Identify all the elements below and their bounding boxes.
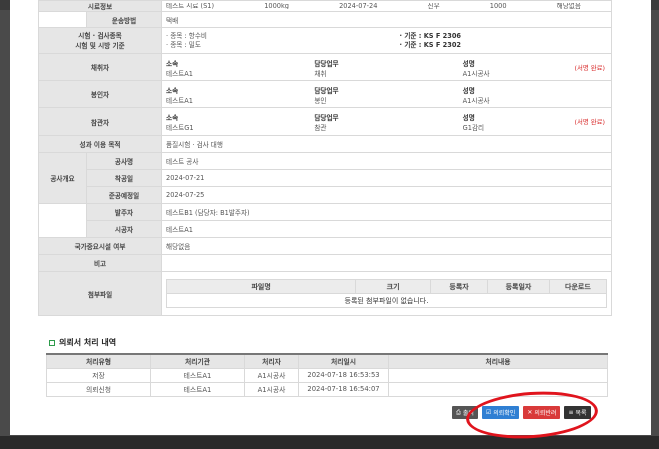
sample-status: 진우 [427, 3, 440, 9]
table-row: 저장 테스트A1 A1시공사 2024-07-18 16:53:53 [46, 367, 608, 383]
remark-label: 비고 [37, 254, 163, 272]
test-std-2: · 기준 : KS F 2302 [399, 40, 461, 49]
history-table: 처리유형 처리기관 처리자 처리일시 처리내용 저장 테스트A1 A1시공사 2… [46, 353, 608, 397]
test-std-1: · 기준 : KS F 2306 [399, 31, 461, 40]
attach-col-date: 등록일자 [487, 279, 550, 294]
transport-label: 운송방법 [85, 11, 163, 28]
witness-org: 테스트G1 [166, 124, 194, 132]
project-value: 테스트 공사 [161, 152, 612, 170]
bottom-bar [0, 436, 659, 449]
sample-result: 해당없음 [556, 3, 581, 9]
sample-name: 테스트 시료 (S1) [166, 3, 215, 9]
transport-value: 택배 [161, 11, 612, 28]
sample-values: 테스트 시료 (S1) 1000kg 2024-07-24 진우 1000 해당… [161, 0, 612, 12]
task-key: 담당업무 [314, 59, 339, 68]
sealer-info: 소속 테스트A1 담당업무 봉인 성명 A1시공사 [161, 80, 612, 108]
test-standards: · 종목 : 항수비 · 기준 : KS F 2306 · 종목 : 밀도 · 기준… [161, 27, 612, 54]
attach-col-size: 크기 [355, 279, 431, 294]
org-key: 소속 [166, 86, 179, 95]
section-bullet-icon [49, 339, 55, 346]
attach-label: 첨부파일 [37, 271, 163, 316]
history-title: 의뢰서 처리 내역 [49, 337, 116, 348]
history-col-datetime: 처리일시 [298, 353, 389, 369]
org-key: 소속 [166, 59, 179, 68]
national-value: 해당없음 [161, 237, 612, 255]
test-type-1: · 종목 : 항수비 [166, 31, 207, 40]
history-cell: 저장 [46, 367, 151, 383]
witness-info: 소속 테스트G1 담당업무 참관 성명 G1감리 (서명 완료) [161, 107, 612, 136]
overview-label: 공사개요 [38, 152, 87, 204]
project-label: 공사명 [85, 152, 163, 170]
start-value: 2024-07-21 [161, 169, 612, 187]
request-form: 시료정보 테스트 시료 (S1) 1000kg 2024-07-24 진우 10… [37, 0, 612, 316]
history-cell: 의뢰신청 [46, 381, 151, 397]
history-cell: A1시공사 [244, 381, 299, 397]
history-cell: 테스트A1 [150, 367, 245, 383]
attach-cell: 파일명 크기 등록자 등록일자 다운로드 등록된 첨부파일이 없습니다. [161, 271, 612, 316]
test-type-2: · 종목 : 밀도 [166, 40, 201, 49]
attach-table: 파일명 크기 등록자 등록일자 다운로드 등록된 첨부파일이 없습니다. [166, 279, 608, 308]
name-key: 성명 [462, 86, 475, 95]
sampler-org: 테스트A1 [166, 69, 193, 78]
attach-col-download: 다운로드 [548, 279, 608, 294]
task-key: 담당업무 [314, 114, 339, 122]
history-cell: 2024-07-18 16:53:53 [298, 367, 389, 383]
sampler-task: 채취 [314, 69, 327, 78]
witness-task: 참관 [314, 124, 327, 132]
history-col-content: 처리내용 [388, 353, 608, 369]
sealer-task: 봉인 [314, 96, 327, 105]
national-label: 국가중요시설 여부 [37, 237, 163, 255]
history-cell: 테스트A1 [150, 381, 245, 397]
history-cell: A1시공사 [244, 367, 299, 383]
attach-col-filename: 파일명 [166, 279, 357, 294]
finish-value: 2024-07-25 [161, 186, 612, 204]
history-title-text: 의뢰서 처리 내역 [59, 338, 117, 347]
remark-value [161, 254, 612, 272]
sample-date: 2024-07-24 [339, 3, 378, 9]
witness-sign-status: (서명 완료) [574, 118, 605, 126]
builder-label: 시공자 [85, 220, 163, 238]
org-key: 소속 [166, 114, 179, 122]
sealer-label: 봉인자 [37, 80, 163, 108]
builder-value: 테스트A1 [161, 220, 612, 238]
history-cell: 2024-07-18 16:54:07 [298, 381, 389, 397]
sampler-info: 소속 테스트A1 담당업무 채취 성명 A1시공사 (서명 완료) [161, 53, 612, 81]
sample-row: 시료정보 테스트 시료 (S1) 1000kg 2024-07-24 진우 10… [37, 0, 612, 12]
sampler-label: 채취자 [37, 53, 163, 81]
sealer-org: 테스트A1 [166, 96, 193, 105]
sampler-sign-status: (서명 완료) [574, 63, 605, 72]
history-col-user: 처리자 [244, 353, 299, 369]
sealer-name: A1시공사 [462, 96, 490, 105]
history-col-type: 처리유형 [46, 353, 151, 369]
start-label: 착공일 [85, 169, 163, 187]
sample-label: 시료정보 [37, 0, 163, 12]
history-cell [388, 367, 608, 383]
test-label: 시험 · 검사종목 시험 및 시방 기준 [37, 27, 163, 54]
history-col-org: 처리기관 [150, 353, 245, 369]
attach-empty-message: 등록된 첨부파일이 없습니다. [166, 293, 607, 308]
finish-label: 준공예정일 [85, 186, 163, 204]
sample-qty: 1000kg [264, 3, 289, 9]
task-key: 담당업무 [314, 86, 339, 95]
client-value: 테스트B1 (담당자: B1발주자) [161, 203, 612, 221]
witness-label: 참관자 [37, 107, 163, 136]
printer-icon: ⎙ [456, 408, 461, 416]
client-label: 발주자 [85, 203, 163, 221]
purpose-label: 성과 이용 목적 [37, 135, 163, 153]
sample-num: 1000 [489, 3, 507, 9]
purpose-value: 품질시험 · 검사 대행 [161, 135, 612, 153]
attach-col-registrant: 등록자 [429, 279, 489, 294]
